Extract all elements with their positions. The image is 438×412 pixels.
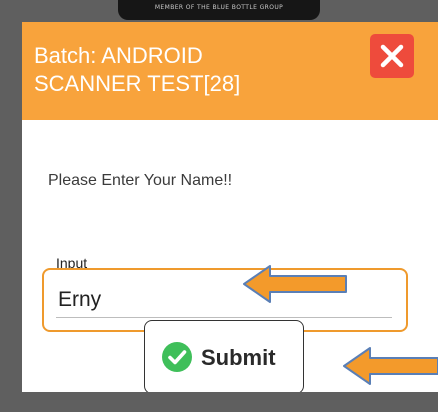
dialog-header: Batch: ANDROID SCANNER TEST[28] [22, 22, 438, 120]
name-dialog: Batch: ANDROID SCANNER TEST[28] Please E… [22, 22, 438, 394]
brand-banner-text: MEMBER OF THE BLUE BOTTLE GROUP [154, 4, 284, 11]
dialog-title: Batch: ANDROID SCANNER TEST[28] [34, 42, 334, 98]
dialog-title-line1: Batch: ANDROID [34, 43, 203, 68]
brand-banner: MEMBER OF THE BLUE BOTTLE GROUP [118, 0, 320, 20]
close-x-icon [380, 44, 404, 68]
close-button[interactable] [370, 34, 414, 78]
arrow-left-icon [243, 265, 347, 303]
input-underline [56, 317, 392, 318]
submit-label: Submit [201, 345, 276, 370]
submit-button[interactable]: Submit [144, 320, 304, 394]
arrow-left-icon [343, 347, 438, 385]
dialog-title-line2: SCANNER TEST[28] [34, 71, 241, 96]
bottom-strip [0, 392, 438, 412]
check-circle-icon [162, 342, 192, 372]
dialog-prompt: Please Enter Your Name!! [48, 172, 233, 189]
